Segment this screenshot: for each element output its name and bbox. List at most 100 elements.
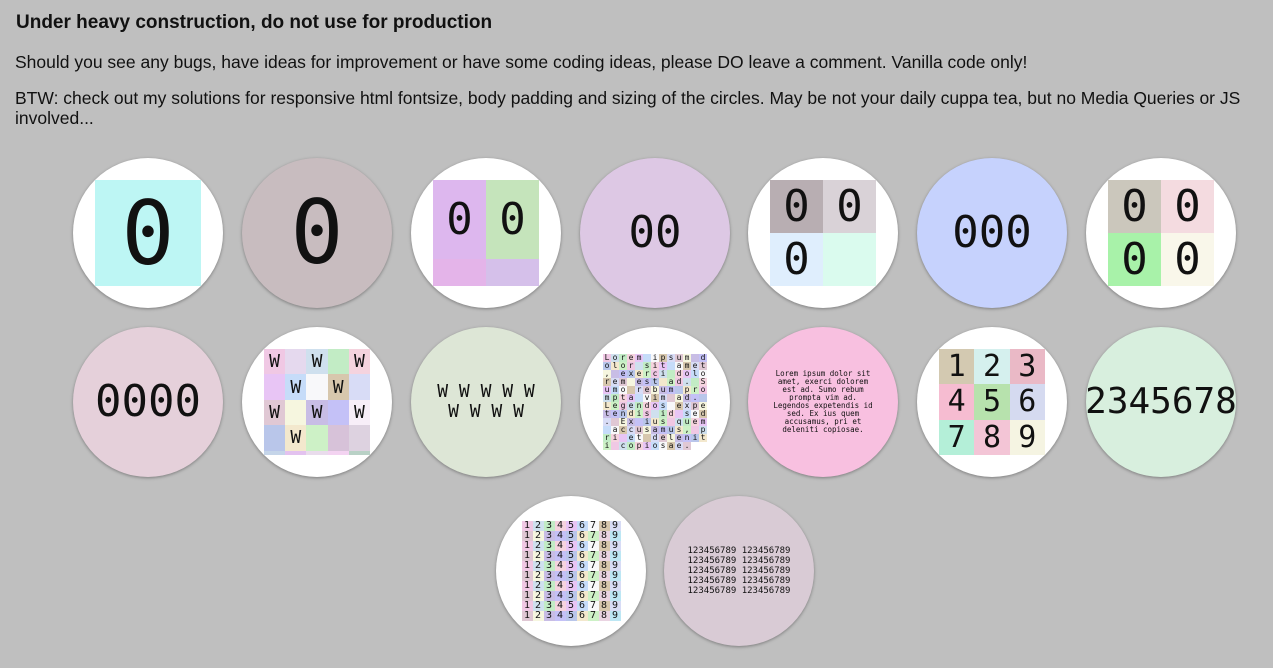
lorem-char: e: [627, 402, 635, 410]
grid-cell: 1: [939, 349, 975, 385]
grid-cell: [264, 450, 286, 455]
lorem-char: c: [651, 370, 659, 378]
grid-cell: 8: [974, 419, 1010, 455]
lorem-char: i: [643, 418, 651, 426]
lorem-char: e: [635, 370, 643, 378]
digit-cell: 5: [565, 541, 577, 551]
digit-cell: 6: [576, 611, 588, 621]
digit-cell: 9: [609, 601, 621, 611]
grid-cell: 9: [1009, 419, 1045, 455]
lorem-char: [675, 410, 683, 418]
lorem-char: [627, 378, 635, 386]
digit-cell: 7: [587, 561, 599, 571]
digit-cell: 2: [532, 521, 544, 531]
lorem-char: m: [667, 386, 675, 394]
lorem-char: r: [603, 434, 611, 442]
lorem-char: r: [635, 386, 643, 394]
lorem-paragraph: Lorem ipsum dolor sit amet, exerci dolor…: [773, 369, 873, 434]
lorem-char: [699, 394, 707, 402]
lorem-char: u: [659, 386, 667, 394]
lorem-char: o: [699, 370, 707, 378]
grid-cell: [348, 450, 370, 455]
digit-cell: 8: [598, 551, 610, 561]
lorem-char: [611, 370, 619, 378]
lorem-char: [635, 418, 643, 426]
grid-cell: W: [327, 374, 349, 400]
lorem-char: [667, 370, 675, 378]
digit-cell: 9: [609, 571, 621, 581]
lorem-char: S: [699, 378, 707, 386]
lorem-char: [667, 394, 675, 402]
lorem-char: i: [651, 362, 659, 370]
circle-10: W W W W WW W W W: [411, 327, 561, 477]
digit-cell: 5: [565, 581, 577, 591]
lorem-char: m: [603, 394, 611, 402]
grid-cell: W: [264, 349, 286, 375]
lorem-char: [691, 378, 699, 386]
lorem-char: d: [651, 434, 659, 442]
digit-cell: 4: [554, 611, 566, 621]
lorem-char: n: [635, 402, 643, 410]
lorem-char: c: [619, 426, 627, 434]
lorem-char: o: [611, 354, 619, 362]
lorem-char: t: [603, 410, 611, 418]
grid-cell: 4: [939, 384, 975, 420]
lorem-char: i: [603, 442, 611, 450]
circle-15: 1234567891234567891234567891234567891234…: [496, 496, 646, 646]
lorem-char: o: [619, 362, 627, 370]
circle-lines: 123456789 123456789 123456789 123456789 12…: [688, 546, 791, 596]
digit-cell: 5: [565, 521, 577, 531]
lorem-char: t: [635, 434, 643, 442]
digit-cell: 2: [532, 601, 544, 611]
lorem-char: L: [603, 354, 611, 362]
circle-13: 123456789: [917, 327, 1067, 477]
circle-text: 0: [290, 181, 344, 284]
lorem-char: x: [683, 402, 691, 410]
grid-cell: [306, 450, 328, 455]
lorem-char: e: [627, 354, 635, 362]
grid-cell: 0: [1108, 180, 1161, 233]
lorem-char: e: [627, 434, 635, 442]
lorem-char: s: [659, 402, 667, 410]
circle-8: 0000: [73, 327, 223, 477]
digit-cell: 7: [587, 611, 599, 621]
circle-5: 000: [748, 158, 898, 308]
page-header: Under heavy construction, do not use for…: [15, 12, 1260, 144]
lorem-char: i: [651, 394, 659, 402]
text-line: 123456789 123456789: [687, 586, 791, 596]
lorem-char: s: [667, 354, 675, 362]
page-title: Under heavy construction, do not use for…: [16, 12, 493, 33]
lorem-char: r: [603, 378, 611, 386]
lorem-char: s: [659, 418, 667, 426]
digit-cell: 9: [609, 551, 621, 561]
lorem-char: t: [699, 434, 707, 442]
digit-cell: 5: [565, 601, 577, 611]
lorem-char: m: [699, 418, 707, 426]
lorem-char: a: [675, 362, 683, 370]
digit-cell: 8: [598, 521, 610, 531]
lorem-char: d: [627, 410, 635, 418]
grid-cell: [306, 374, 328, 400]
text-line: 123456789 123456789: [687, 546, 791, 556]
lorem-char: m: [659, 394, 667, 402]
lorem-char: e: [611, 378, 619, 386]
grid-cell: [285, 450, 307, 455]
lorem-char: m: [659, 426, 667, 434]
grid-cell: W: [306, 349, 328, 375]
digit-cell: 1: [521, 591, 533, 601]
grid-cell: W: [348, 349, 370, 375]
lorem-char: l: [611, 362, 619, 370]
lorem-char: i: [635, 410, 643, 418]
text-line: W W W W W: [437, 381, 535, 402]
grid-cell: [433, 258, 486, 286]
grid-cell: [486, 258, 539, 286]
digit-cell: 2: [532, 531, 544, 541]
lorem-char: [667, 402, 675, 410]
lorem-char: u: [667, 426, 675, 434]
lorem-char: e: [635, 378, 643, 386]
lorem-char: a: [611, 426, 619, 434]
lorem-char: d: [699, 410, 707, 418]
lorem-char: a: [667, 378, 675, 386]
grid-cell: [327, 399, 349, 426]
lorem-char: c: [619, 442, 627, 450]
